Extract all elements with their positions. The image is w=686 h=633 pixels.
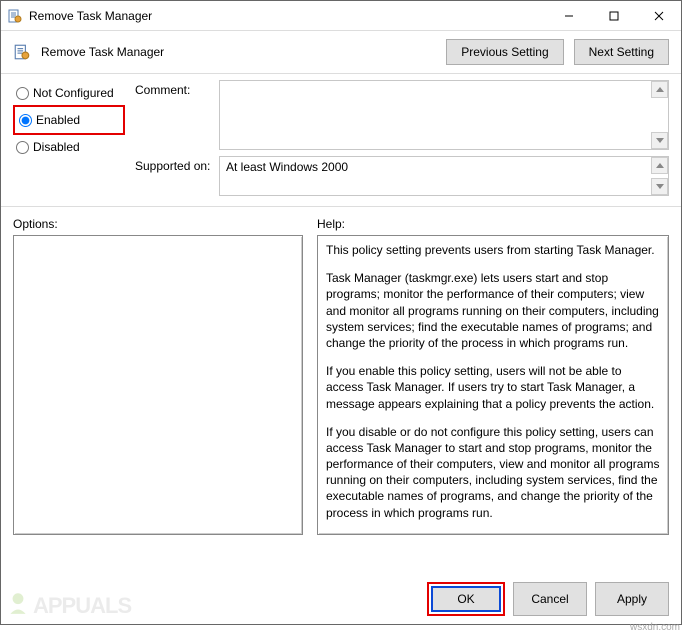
maximize-button[interactable]: [591, 1, 636, 30]
scroll-up-icon[interactable]: [651, 81, 668, 98]
right-column: Comment: Supported on: At least Windows …: [135, 80, 669, 202]
window-title: Remove Task Manager: [29, 9, 546, 23]
help-paragraph: If you disable or do not configure this …: [326, 424, 660, 521]
minimize-button[interactable]: [546, 1, 591, 30]
previous-setting-button[interactable]: Previous Setting: [446, 39, 563, 65]
dialog-button-row: OK Cancel Apply: [427, 582, 669, 616]
ok-button[interactable]: OK: [431, 586, 501, 612]
cancel-button[interactable]: Cancel: [513, 582, 587, 616]
help-paragraph: If you enable this policy setting, users…: [326, 363, 660, 412]
watermark-text: APPUALS: [33, 593, 131, 619]
watermark-icon: [5, 590, 31, 622]
comment-label: Comment:: [135, 80, 211, 97]
help-panel: This policy setting prevents users from …: [317, 235, 669, 535]
watermark: APPUALS: [5, 590, 131, 622]
scroll-down-icon[interactable]: [651, 132, 668, 149]
dialog-window: Remove Task Manager Remove Task Manager: [0, 0, 682, 625]
source-tag: wsxdn.com: [630, 622, 680, 633]
title-bar: Remove Task Manager: [1, 1, 681, 31]
header-row: Remove Task Manager Previous Setting Nex…: [1, 31, 681, 69]
radio-disabled-input[interactable]: [16, 141, 29, 154]
help-label: Help:: [317, 213, 669, 235]
radio-enabled-input[interactable]: [19, 114, 32, 127]
options-panel: [13, 235, 303, 535]
enabled-highlight: Enabled: [13, 105, 125, 135]
options-label: Options:: [13, 213, 303, 235]
config-area: Not Configured Enabled Disabled Comment:: [1, 74, 681, 202]
supported-label: Supported on:: [135, 156, 211, 173]
radio-enabled[interactable]: Enabled: [16, 109, 122, 131]
next-setting-button[interactable]: Next Setting: [574, 39, 669, 65]
apply-button[interactable]: Apply: [595, 582, 669, 616]
radio-enabled-label: Enabled: [36, 113, 80, 127]
scroll-down-icon[interactable]: [651, 178, 668, 195]
supported-field: At least Windows 2000: [219, 156, 669, 196]
policy-icon: [7, 8, 23, 24]
scroll-up-icon[interactable]: [651, 157, 668, 174]
close-button[interactable]: [636, 1, 681, 30]
comment-field[interactable]: [219, 80, 669, 150]
help-paragraph: This policy setting prevents users from …: [326, 242, 660, 258]
options-column: Options:: [13, 213, 303, 535]
radio-disabled[interactable]: Disabled: [13, 136, 125, 158]
help-column: Help: This policy setting prevents users…: [317, 213, 669, 535]
help-paragraph: Task Manager (taskmgr.exe) lets users st…: [326, 270, 660, 351]
ok-highlight: OK: [427, 582, 505, 616]
radio-disabled-label: Disabled: [33, 140, 80, 154]
radio-not-configured-input[interactable]: [16, 87, 29, 100]
supported-value: At least Windows 2000: [226, 160, 348, 174]
lower-area: Options: Help: This policy setting preve…: [1, 207, 681, 535]
radio-not-configured-label: Not Configured: [33, 86, 114, 100]
policy-title: Remove Task Manager: [41, 45, 436, 59]
policy-header-icon: [13, 43, 31, 61]
state-radio-group: Not Configured Enabled Disabled: [13, 80, 125, 202]
radio-not-configured[interactable]: Not Configured: [13, 82, 125, 104]
